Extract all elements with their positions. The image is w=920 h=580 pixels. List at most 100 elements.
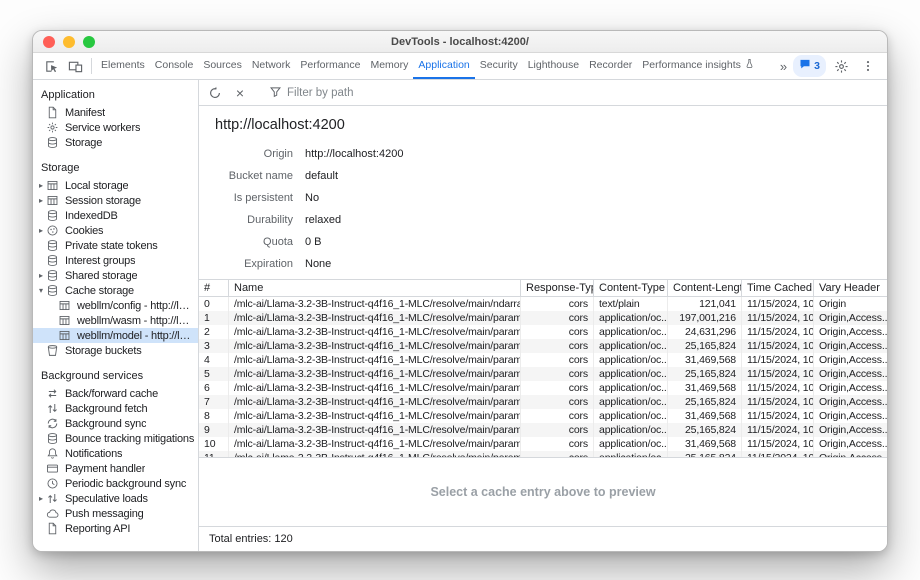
triangle-right-icon[interactable]: ▸ — [33, 226, 46, 235]
meta-value: No — [305, 192, 319, 204]
sidebar-item-webllm-config[interactable]: webllm/config - http://loc... — [33, 298, 198, 313]
triangle-right-icon[interactable]: ▸ — [33, 271, 46, 280]
triangle-down-icon[interactable]: ▾ — [33, 286, 46, 295]
cell-content-type: application/oc... — [594, 353, 668, 367]
sidebar-item-reporting-api[interactable]: Reporting API — [33, 521, 198, 536]
grid-icon — [46, 179, 60, 192]
sidebar-item-manifest[interactable]: Manifest — [33, 105, 198, 120]
column-header-content-length[interactable]: Content-Length — [668, 280, 742, 296]
tab-performance-insights[interactable]: Performance insights — [637, 53, 760, 79]
sidebar-item-shared-storage[interactable]: ▸ Shared storage — [33, 268, 198, 283]
console-messages-badge[interactable]: 3 — [793, 55, 826, 77]
sidebar-item-payment-handler[interactable]: Payment handler — [33, 461, 198, 476]
column-header-time-cached[interactable]: Time Cached — [742, 280, 814, 296]
sidebar-item-notifications[interactable]: Notifications — [33, 446, 198, 461]
sidebar-item-session-storage[interactable]: ▸Session storage — [33, 193, 198, 208]
tab-network[interactable]: Network — [247, 53, 296, 79]
cache-entry-row[interactable]: 0/mlc-ai/Llama-3.2-3B-Instruct-q4f16_1-M… — [199, 297, 887, 311]
tab-console[interactable]: Console — [150, 53, 199, 79]
tab-performance[interactable]: Performance — [295, 53, 365, 79]
experiment-flask-icon — [744, 58, 755, 72]
sync-icon — [46, 417, 60, 430]
cache-entry-row[interactable]: 7/mlc-ai/Llama-3.2-3B-Instruct-q4f16_1-M… — [199, 395, 887, 409]
cache-entry-row[interactable]: 2/mlc-ai/Llama-3.2-3B-Instruct-q4f16_1-M… — [199, 325, 887, 339]
cache-entry-row[interactable]: 3/mlc-ai/Llama-3.2-3B-Instruct-q4f16_1-M… — [199, 339, 887, 353]
sidebar-item-label: Back/forward cache — [65, 388, 158, 400]
cell-vary-header: Origin,Access... — [814, 339, 887, 353]
column-header-index[interactable]: # — [199, 280, 229, 296]
total-entries-text: Total entries: 120 — [209, 533, 293, 545]
sidebar-item-storage-buckets[interactable]: Storage buckets — [33, 343, 198, 358]
sidebar-item-bounce-tracking-mitigations[interactable]: Bounce tracking mitigations — [33, 431, 198, 446]
updown-icon — [46, 492, 60, 505]
sidebar-item-push-messaging[interactable]: Push messaging — [33, 506, 198, 521]
column-header-name[interactable]: Name — [229, 280, 521, 296]
tab-label: Recorder — [589, 59, 632, 71]
cell-time-cached: 11/15/2024, 10... — [742, 437, 814, 451]
column-header-response-type[interactable]: Response-Type — [521, 280, 594, 296]
cache-entry-row[interactable]: 8/mlc-ai/Llama-3.2-3B-Instruct-q4f16_1-M… — [199, 409, 887, 423]
refresh-icon[interactable] — [205, 83, 225, 103]
sidebar-item-periodic-background-sync[interactable]: Periodic background sync — [33, 476, 198, 491]
sidebar-item-indexeddb[interactable]: IndexedDB — [33, 208, 198, 223]
cell-name: /mlc-ai/Llama-3.2-3B-Instruct-q4f16_1-ML… — [229, 339, 521, 353]
delete-selected-icon[interactable]: × — [230, 83, 250, 103]
sidebar-item-cookies[interactable]: ▸Cookies — [33, 223, 198, 238]
cache-entry-row[interactable]: 5/mlc-ai/Llama-3.2-3B-Instruct-q4f16_1-M… — [199, 367, 887, 381]
cache-entry-row[interactable]: 10/mlc-ai/Llama-3.2-3B-Instruct-q4f16_1-… — [199, 437, 887, 451]
minimize-window-button[interactable] — [63, 36, 75, 48]
cell-time-cached: 11/15/2024, 10... — [742, 325, 814, 339]
cache-entry-row[interactable]: 4/mlc-ai/Llama-3.2-3B-Instruct-q4f16_1-M… — [199, 353, 887, 367]
sidebar-item-label: Shared storage — [65, 270, 137, 282]
settings-gear-icon[interactable] — [829, 59, 853, 74]
tab-lighthouse[interactable]: Lighthouse — [523, 53, 584, 79]
cache-origin-title: http://localhost:4200 — [215, 117, 887, 133]
tab-memory[interactable]: Memory — [365, 53, 413, 79]
device-toolbar-icon[interactable] — [63, 53, 87, 79]
more-tabs-icon[interactable]: » — [777, 59, 790, 74]
sidebar-item-background-fetch[interactable]: Background fetch — [33, 401, 198, 416]
sidebar-item-service-workers[interactable]: Service workers — [33, 120, 198, 135]
sidebar-item-interest-groups[interactable]: Interest groups — [33, 253, 198, 268]
sidebar-item-label: Notifications — [65, 448, 122, 460]
cache-entry-row[interactable]: 9/mlc-ai/Llama-3.2-3B-Instruct-q4f16_1-M… — [199, 423, 887, 437]
close-window-button[interactable] — [43, 36, 55, 48]
tab-label: Security — [480, 59, 518, 71]
kebab-menu-icon[interactable] — [856, 59, 880, 73]
sidebar-item-cache-storage[interactable]: ▾Cache storage — [33, 283, 198, 298]
cell-name: /mlc-ai/Llama-3.2-3B-Instruct-q4f16_1-ML… — [229, 437, 521, 451]
triangle-right-icon[interactable]: ▸ — [33, 494, 46, 503]
sidebar-item-webllm-wasm[interactable]: webllm/wasm - http://loca... — [33, 313, 198, 328]
cell-name: /mlc-ai/Llama-3.2-3B-Instruct-q4f16_1-ML… — [229, 451, 521, 457]
sidebar-item-back-forward-cache[interactable]: Back/forward cache — [33, 386, 198, 401]
db-icon — [46, 432, 60, 445]
sidebar-item-webllm-model[interactable]: webllm/model - http://loc... — [33, 328, 198, 343]
tab-security[interactable]: Security — [475, 53, 523, 79]
cache-entry-row[interactable]: 6/mlc-ai/Llama-3.2-3B-Instruct-q4f16_1-M… — [199, 381, 887, 395]
sidebar-item-speculative-loads[interactable]: ▸Speculative loads — [33, 491, 198, 506]
zoom-window-button[interactable] — [83, 36, 95, 48]
tab-sources[interactable]: Sources — [198, 53, 247, 79]
triangle-right-icon[interactable]: ▸ — [33, 196, 46, 205]
cell-content-type: application/oc... — [594, 395, 668, 409]
column-header-vary-header[interactable]: Vary Header — [814, 280, 887, 296]
sidebar-item-storage[interactable]: Storage — [33, 135, 198, 150]
meta-value: relaxed — [305, 214, 341, 226]
cache-entry-row[interactable]: 11/mlc-ai/Llama-3.2-3B-Instruct-q4f16_1-… — [199, 451, 887, 457]
inspect-element-icon[interactable] — [39, 53, 63, 79]
cell-index: 3 — [199, 339, 229, 353]
sidebar-item-local-storage[interactable]: ▸Local storage — [33, 178, 198, 193]
sidebar-item-private-state-tokens[interactable]: Private state tokens — [33, 238, 198, 253]
triangle-right-icon[interactable]: ▸ — [33, 181, 46, 190]
tab-elements[interactable]: Elements — [96, 53, 150, 79]
meta-row-expiration: ExpirationNone — [215, 253, 887, 275]
meta-row-durability: Durabilityrelaxed — [215, 209, 887, 231]
sidebar-item-background-sync[interactable]: Background sync — [33, 416, 198, 431]
tab-recorder[interactable]: Recorder — [584, 53, 637, 79]
sidebar-section-title: Storage — [33, 158, 198, 178]
filter-by-path-input[interactable]: Filter by path — [269, 85, 353, 101]
cache-entry-row[interactable]: 1/mlc-ai/Llama-3.2-3B-Instruct-q4f16_1-M… — [199, 311, 887, 325]
cell-vary-header: Origin — [814, 297, 887, 311]
column-header-content-type[interactable]: Content-Type — [594, 280, 668, 296]
tab-application[interactable]: Application — [413, 53, 474, 79]
